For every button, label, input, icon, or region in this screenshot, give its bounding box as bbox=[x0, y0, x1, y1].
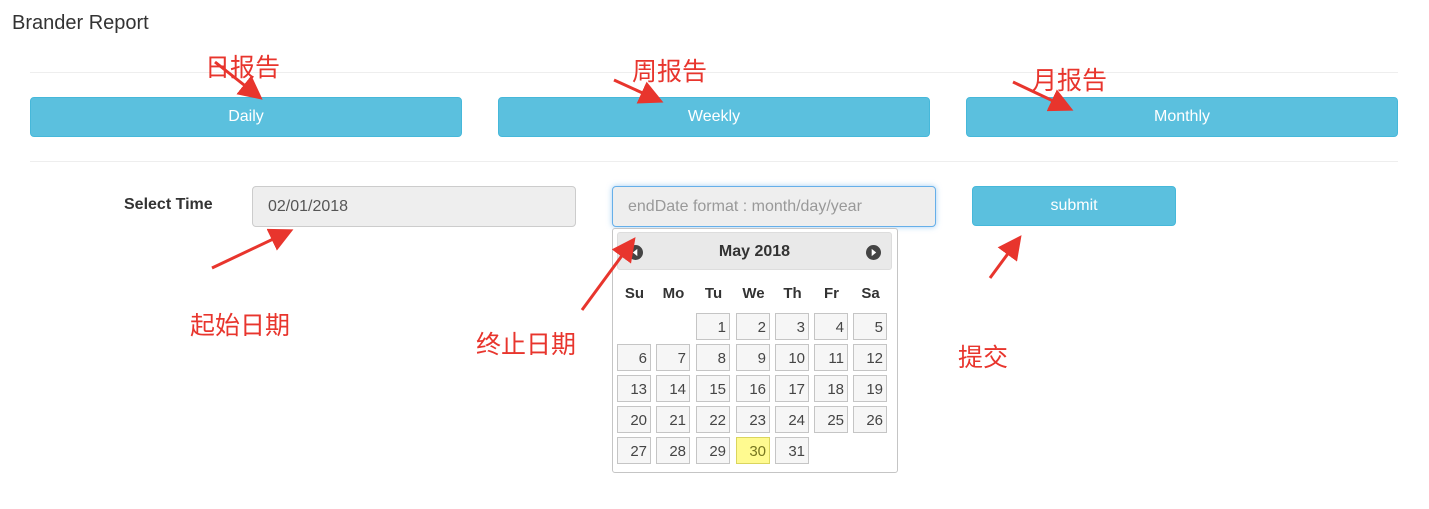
arrow-monthly bbox=[1012, 80, 1074, 112]
arrow-submit bbox=[988, 235, 1022, 279]
arrow-end-date bbox=[580, 237, 636, 311]
arrow-weekly bbox=[613, 78, 664, 104]
arrow-start-date bbox=[211, 228, 294, 270]
annotation-arrows bbox=[211, 60, 1074, 311]
arrow-daily bbox=[214, 60, 263, 100]
